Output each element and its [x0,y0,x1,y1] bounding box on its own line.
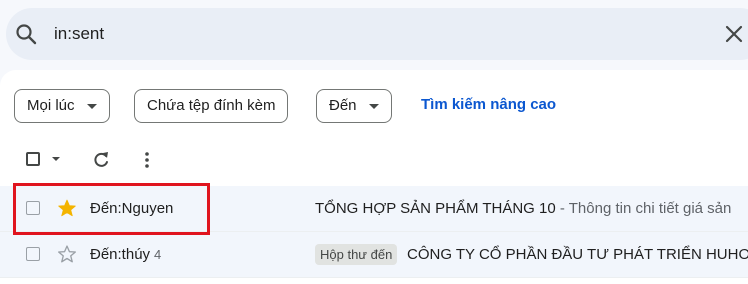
time-filter-chip[interactable]: Mọi lúc [14,89,110,123]
search-input[interactable]: in:sent [54,22,654,46]
sender-name: Đến:thúy [90,246,151,263]
select-dropdown-icon[interactable] [52,157,60,161]
to-filter-label: Đến [329,97,357,114]
star-outline-icon[interactable] [57,244,77,264]
advanced-search-link[interactable]: Tìm kiếm nâng cao [421,95,556,115]
inbox-label-badge[interactable]: Hộp thư đến [315,244,398,265]
email-sender: Đến:thúy 4 [90,245,161,265]
attachment-filter-label: Chứa tệp đính kèm [147,97,276,114]
email-subject-line: CÔNG TY CỔ PHẦN ĐẦU TƯ PHÁT TRIỂN HUHO [407,245,748,265]
chevron-down-icon [86,103,97,109]
row-checkbox[interactable] [26,247,40,261]
attachment-filter-chip[interactable]: Chứa tệp đính kèm [134,89,289,123]
search-icon[interactable] [14,22,38,46]
email-subject: CÔNG TY CỔ PHẦN ĐẦU TƯ PHÁT TRIỂN HUHO [407,246,748,263]
time-filter-label: Mọi lúc [27,97,75,114]
email-row[interactable]: Đến:thúy 4 Hộp thư đến CÔNG TY CỔ PHẦN ĐẦ… [0,232,748,278]
to-filter-chip[interactable]: Đến [316,89,392,123]
thread-count: 4 [154,247,162,262]
email-subject-line: TỔNG HỢP SẢN PHẨM THÁNG 10 - Thông tin c… [315,199,731,219]
refresh-icon[interactable] [91,148,111,172]
email-snippet: - Thông tin chi tiết giá sản [555,200,732,217]
more-vert-icon[interactable] [137,148,157,172]
search-bar[interactable]: in:sent [6,8,748,60]
chevron-down-icon [368,103,379,109]
close-icon[interactable] [722,22,746,46]
checkbox-box [26,152,40,166]
email-subject: TỔNG HỢP SẢN PHẨM THÁNG 10 [315,200,556,217]
highlight-box [13,183,210,235]
select-all-checkbox[interactable] [24,148,42,172]
